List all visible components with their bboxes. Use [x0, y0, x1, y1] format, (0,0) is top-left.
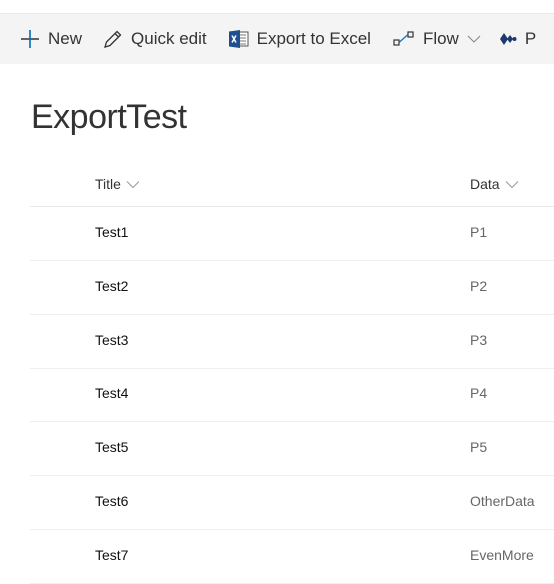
table-row[interactable]: Test7 EvenMore — [30, 530, 554, 584]
cell-title[interactable]: Test6 — [95, 493, 128, 509]
cell-title[interactable]: Test2 — [95, 278, 128, 294]
list-header: Title Data — [30, 164, 554, 207]
pencil-icon — [104, 30, 122, 48]
cell-data: P1 — [470, 224, 488, 240]
cell-data: OtherData — [470, 493, 535, 509]
cell-data: EvenMore — [470, 546, 534, 563]
new-button[interactable]: New — [20, 14, 82, 64]
cell-title[interactable]: Test3 — [95, 332, 128, 348]
command-bar: New Quick edit Export to Excel Flow P — [0, 13, 554, 64]
flow-button[interactable]: Flow — [393, 14, 481, 64]
cell-title[interactable]: Test1 — [95, 224, 128, 240]
flow-icon — [393, 31, 414, 46]
powerapps-icon — [499, 33, 517, 45]
quick-edit-button[interactable]: Quick edit — [103, 14, 207, 64]
table-row[interactable]: Test5 P5 — [30, 422, 554, 477]
chevron-down-icon — [467, 35, 481, 43]
chevron-down-icon — [126, 180, 140, 188]
plus-icon — [21, 30, 39, 48]
page-title: ExportTest — [31, 98, 187, 136]
table-row[interactable]: Test3 P3 — [30, 315, 554, 369]
cell-data: P3 — [470, 331, 488, 348]
cell-title[interactable]: Test5 — [95, 439, 128, 455]
powerapps-button[interactable]: P — [499, 14, 536, 64]
cell-data: P4 — [470, 385, 488, 402]
cell-title[interactable]: Test4 — [95, 385, 128, 401]
cell-title[interactable]: Test7 — [95, 547, 128, 563]
table-row[interactable]: Test1 P1 — [30, 207, 554, 261]
table-row[interactable]: Test6 OtherData — [30, 476, 554, 530]
column-header-title[interactable]: Title — [95, 176, 140, 192]
column-header-data[interactable]: Data — [470, 176, 519, 192]
table-row[interactable]: Test4 P4 — [30, 368, 554, 423]
export-to-excel-button[interactable]: Export to Excel — [228, 14, 371, 64]
cell-data: P5 — [470, 439, 488, 456]
excel-icon — [228, 30, 249, 48]
cell-data: P2 — [470, 277, 488, 294]
table-row[interactable]: Test2 P2 — [30, 261, 554, 315]
chevron-down-icon — [505, 180, 518, 188]
